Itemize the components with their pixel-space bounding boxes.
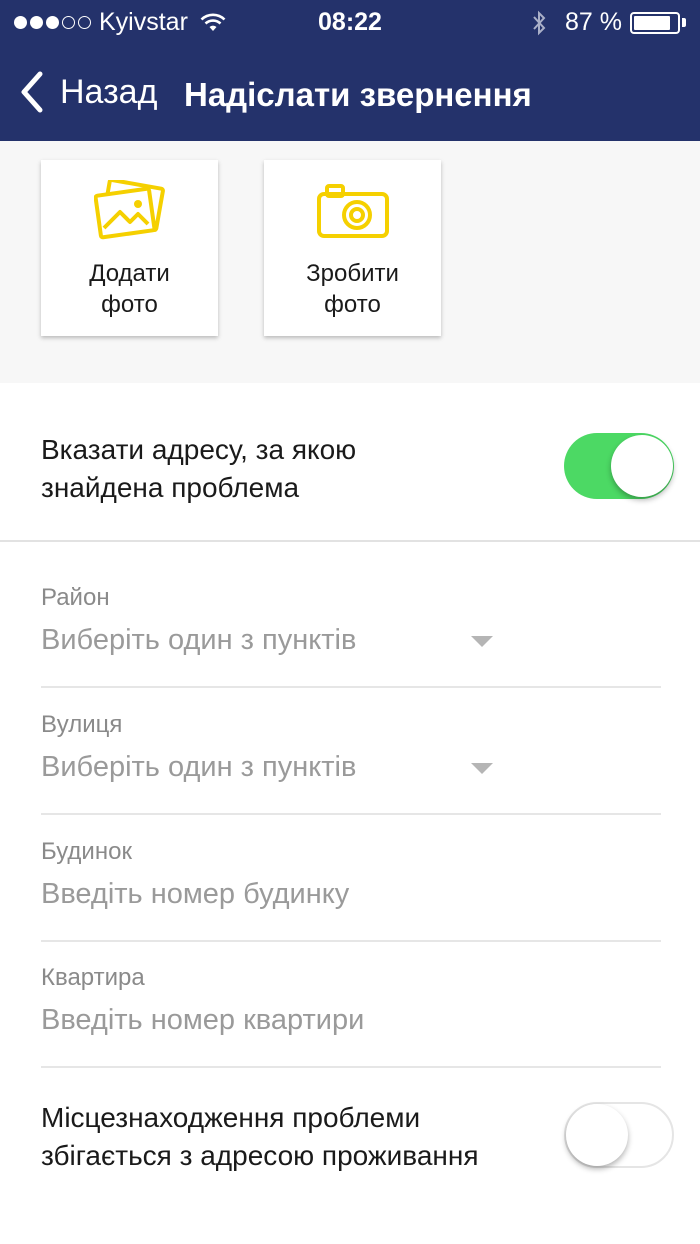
- district-label: Район: [41, 584, 110, 611]
- battery-tip: [682, 18, 686, 27]
- toggle-knob: [611, 435, 673, 497]
- address-toggle-row: Вказати адресу, за якою знайдена проблем…: [0, 383, 700, 542]
- apartment-label: Квартира: [41, 964, 145, 991]
- chevron-left-icon: [21, 71, 43, 113]
- status-right: 87 %: [531, 8, 686, 37]
- address-toggle-switch[interactable]: [564, 433, 674, 499]
- photo-gallery-icon: [93, 180, 165, 240]
- house-placeholder: Введіть номер будинку: [41, 878, 350, 910]
- dropdown-arrow-icon: [471, 763, 493, 774]
- apartment-placeholder: Введіть номер квартири: [41, 1004, 365, 1036]
- take-photo-button[interactable]: Зробити фото: [264, 160, 441, 336]
- apartment-number-field[interactable]: Квартира Введіть номер квартири: [41, 954, 661, 1068]
- address-toggle-label: Вказати адресу, за якою знайдена проблем…: [41, 434, 357, 503]
- toggle-knob: [566, 1104, 628, 1166]
- district-dropdown[interactable]: Район Виберіть один з пунктів: [41, 574, 661, 688]
- camera-icon: [316, 184, 389, 238]
- photo-section: Додати фото Зробити фото: [0, 141, 700, 383]
- battery-icon: [630, 11, 680, 34]
- page-title: Надіслати звернення: [184, 76, 532, 113]
- street-label: Вулиця: [41, 711, 123, 738]
- district-placeholder: Виберіть один з пунктів: [41, 624, 357, 656]
- back-label: Назад: [60, 72, 158, 111]
- house-number-field[interactable]: Будинок Введіть номер будинку: [41, 828, 661, 942]
- street-dropdown[interactable]: Вулиця Виберіть один з пунктів: [41, 701, 661, 815]
- status-bar: Kyivstar 08:22 87 %: [0, 0, 700, 46]
- address-match-row: Місцезнаходження проблеми збігається з а…: [0, 1082, 700, 1192]
- dropdown-arrow-icon: [471, 636, 493, 647]
- take-photo-label: Зробити фото: [306, 260, 399, 318]
- address-match-toggle-switch[interactable]: [564, 1102, 674, 1168]
- battery-percent: 87 %: [565, 8, 622, 36]
- bluetooth-icon: [533, 10, 546, 35]
- add-photo-label: Додати фото: [89, 260, 170, 318]
- back-button[interactable]: Назад: [16, 68, 157, 116]
- add-photo-button[interactable]: Додати фото: [41, 160, 218, 336]
- house-label: Будинок: [41, 838, 132, 865]
- battery-level: [634, 15, 671, 30]
- street-placeholder: Виберіть один з пунктів: [41, 751, 357, 783]
- navigation-bar: Назад Надіслати звернення: [0, 46, 700, 141]
- address-match-label: Місцезнаходження проблеми збігається з а…: [41, 1102, 479, 1171]
